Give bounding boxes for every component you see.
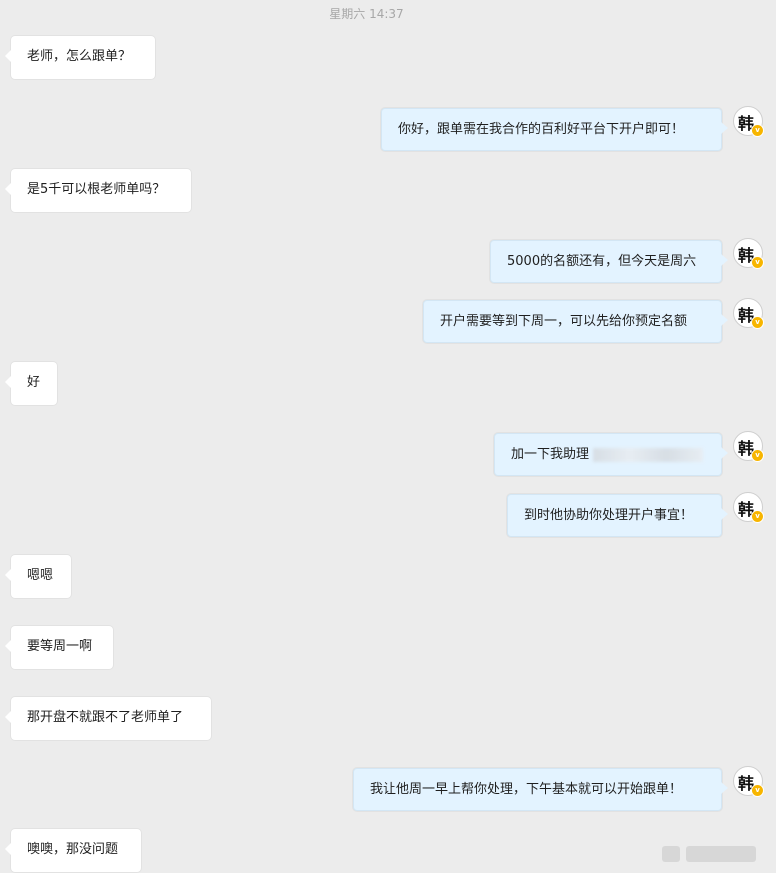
verified-badge-icon: v xyxy=(751,124,764,137)
outgoing-message-bubble[interactable]: 加一下我助理 xyxy=(494,433,728,476)
incoming-message-bubble[interactable]: 好 xyxy=(5,362,57,405)
outgoing-message-bubble[interactable]: 你好，跟单需在我合作的百利好平台下开户即可！ xyxy=(381,108,728,151)
outgoing-message-bubble[interactable]: 开户需要等到下周一，可以先给你预定名额 xyxy=(423,300,728,343)
sender-avatar[interactable]: 韩 v xyxy=(733,298,764,329)
message-text: 我让他周一早上帮你处理，下午基本就可以开始跟单！ xyxy=(370,782,683,797)
redacted-contact-info xyxy=(593,447,704,462)
sender-avatar[interactable]: 韩 v xyxy=(733,106,764,137)
verified-badge-icon: v xyxy=(751,316,764,329)
incoming-message-bubble[interactable]: 要等周一啊 xyxy=(5,626,113,669)
message-text: 好 xyxy=(27,375,41,390)
sender-avatar[interactable]: 韩 v xyxy=(733,492,764,523)
message-text: 要等周一啊 xyxy=(27,639,93,654)
watermark-text-blur xyxy=(686,846,756,862)
incoming-message-bubble[interactable]: 嗯嗯 xyxy=(5,555,71,598)
message-text: 加一下我助理 xyxy=(511,447,590,462)
verified-badge-icon: v xyxy=(751,510,764,523)
verified-badge-icon: v xyxy=(751,449,764,462)
incoming-message-bubble[interactable]: 噢噢，那没问题 xyxy=(5,829,141,872)
verified-badge-icon: v xyxy=(751,784,764,797)
chat-window: 星期六 14:37 老师，怎么跟单？ 你好，跟单需在我合作的百利好平台下开户即可… xyxy=(0,0,776,873)
outgoing-message-bubble[interactable]: 5000的名额还有，但今天是周六 xyxy=(490,240,728,283)
message-text: 你好，跟单需在我合作的百利好平台下开户即可！ xyxy=(398,122,685,137)
incoming-message-bubble[interactable]: 是5千可以根老师单吗？ xyxy=(5,169,191,212)
message-text: 嗯嗯 xyxy=(27,568,54,583)
blurred-watermark xyxy=(662,846,758,862)
incoming-message-bubble[interactable]: 那开盘不就跟不了老师单了 xyxy=(5,697,211,740)
watermark-logo-icon xyxy=(662,846,680,862)
message-text: 是5千可以根老师单吗？ xyxy=(27,182,166,197)
message-text: 噢噢，那没问题 xyxy=(27,842,119,857)
message-timestamp: 星期六 14:37 xyxy=(329,7,404,21)
outgoing-message-bubble[interactable]: 我让他周一早上帮你处理，下午基本就可以开始跟单！ xyxy=(353,768,728,811)
message-text: 5000的名额还有，但今天是周六 xyxy=(507,254,697,269)
incoming-message-bubble[interactable]: 老师，怎么跟单？ xyxy=(5,36,155,79)
message-text: 到时他协助你处理开户事宜！ xyxy=(524,508,694,523)
outgoing-message-bubble[interactable]: 到时他协助你处理开户事宜！ xyxy=(507,494,728,537)
message-text: 老师，怎么跟单？ xyxy=(27,49,132,64)
verified-badge-icon: v xyxy=(751,256,764,269)
message-text: 开户需要等到下周一，可以先给你预定名额 xyxy=(440,314,688,329)
sender-avatar[interactable]: 韩 v xyxy=(733,431,764,462)
sender-avatar[interactable]: 韩 v xyxy=(733,766,764,797)
message-text: 那开盘不就跟不了老师单了 xyxy=(27,710,184,725)
sender-avatar[interactable]: 韩 v xyxy=(733,238,764,269)
